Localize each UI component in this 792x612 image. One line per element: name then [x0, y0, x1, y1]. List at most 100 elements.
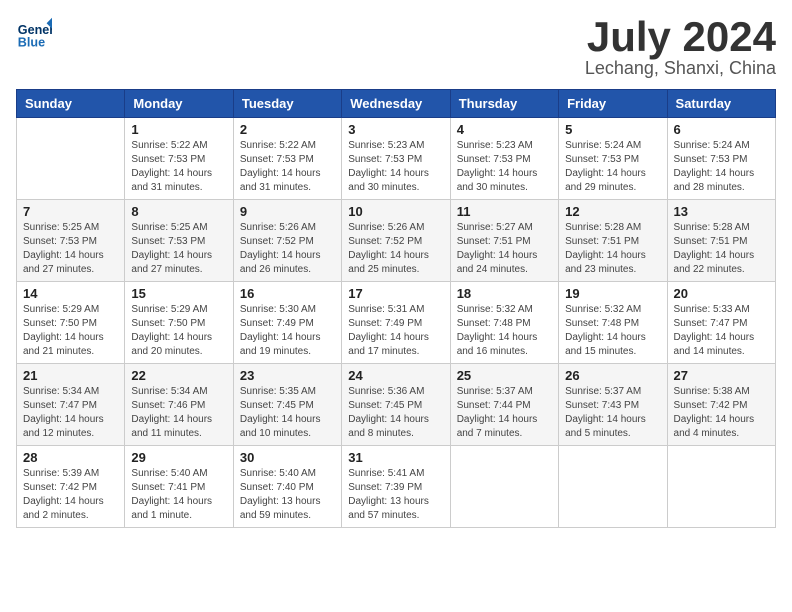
day-info: Sunrise: 5:27 AMSunset: 7:51 PMDaylight:…: [457, 221, 552, 277]
day-number: 30: [240, 450, 335, 465]
day-info: Sunrise: 5:31 AMSunset: 7:49 PMDaylight:…: [348, 303, 443, 359]
weekday-header-saturday: Saturday: [667, 90, 775, 118]
day-info: Sunrise: 5:29 AMSunset: 7:50 PMDaylight:…: [131, 303, 226, 359]
day-info: Sunrise: 5:34 AMSunset: 7:46 PMDaylight:…: [131, 385, 226, 441]
day-info: Sunrise: 5:23 AMSunset: 7:53 PMDaylight:…: [348, 139, 443, 195]
day-cell: [450, 446, 558, 528]
day-info: Sunrise: 5:37 AMSunset: 7:43 PMDaylight:…: [565, 385, 660, 441]
day-info: Sunrise: 5:36 AMSunset: 7:45 PMDaylight:…: [348, 385, 443, 441]
weekday-header-wednesday: Wednesday: [342, 90, 450, 118]
month-title: July 2024: [585, 16, 776, 58]
day-cell: 27Sunrise: 5:38 AMSunset: 7:42 PMDayligh…: [667, 364, 775, 446]
day-number: 16: [240, 286, 335, 301]
day-info: Sunrise: 5:38 AMSunset: 7:42 PMDaylight:…: [674, 385, 769, 441]
day-info: Sunrise: 5:28 AMSunset: 7:51 PMDaylight:…: [674, 221, 769, 277]
day-cell: 17 Sunrise: 5:31 AMSunset: 7:49 PMDayligh…: [342, 282, 450, 364]
day-info: Sunrise: 5:29 AMSunset: 7:50 PMDaylight:…: [23, 303, 118, 359]
day-cell: 25 Sunrise: 5:37 AMSunset: 7:44 PMDayligh…: [450, 364, 558, 446]
day-info: Sunrise: 5:40 AMSunset: 7:41 PMDaylight:…: [131, 467, 226, 523]
day-cell: 26Sunrise: 5:37 AMSunset: 7:43 PMDayligh…: [559, 364, 667, 446]
day-cell: 5 Sunrise: 5:24 AMSunset: 7:53 PMDaylight…: [559, 118, 667, 200]
day-number: 15: [131, 286, 226, 301]
day-number: 6: [674, 122, 769, 137]
week-row-1: 1 Sunrise: 5:22 AMSunset: 7:53 PMDaylight…: [17, 118, 776, 200]
weekday-header-tuesday: Tuesday: [233, 90, 341, 118]
day-info: Sunrise: 5:35 AMSunset: 7:45 PMDaylight:…: [240, 385, 335, 441]
day-info: Sunrise: 5:37 AMSunset: 7:44 PMDaylight:…: [457, 385, 552, 441]
day-cell: [667, 446, 775, 528]
day-cell: 19 Sunrise: 5:32 AMSunset: 7:48 PMDayligh…: [559, 282, 667, 364]
weekday-header-thursday: Thursday: [450, 90, 558, 118]
logo: General Blue: [16, 16, 52, 52]
day-number: 29: [131, 450, 226, 465]
day-number: 4: [457, 122, 552, 137]
day-number: 11: [457, 204, 552, 219]
day-info: Sunrise: 5:26 AMSunset: 7:52 PMDaylight:…: [348, 221, 443, 277]
weekday-header-row: SundayMondayTuesdayWednesdayThursdayFrid…: [17, 90, 776, 118]
week-row-3: 14 Sunrise: 5:29 AMSunset: 7:50 PMDayligh…: [17, 282, 776, 364]
day-info: Sunrise: 5:28 AMSunset: 7:51 PMDaylight:…: [565, 221, 660, 277]
day-cell: 28 Sunrise: 5:39 AMSunset: 7:42 PMDayligh…: [17, 446, 125, 528]
day-cell: 23 Sunrise: 5:35 AMSunset: 7:45 PMDayligh…: [233, 364, 341, 446]
weekday-header-monday: Monday: [125, 90, 233, 118]
day-number: 25: [457, 368, 552, 383]
day-cell: 21 Sunrise: 5:34 AMSunset: 7:47 PMDayligh…: [17, 364, 125, 446]
title-block: July 2024 Lechang, Shanxi, China: [585, 16, 776, 79]
day-cell: 16 Sunrise: 5:30 AMSunset: 7:49 PMDayligh…: [233, 282, 341, 364]
day-number: 1: [131, 122, 226, 137]
day-info: Sunrise: 5:26 AMSunset: 7:52 PMDaylight:…: [240, 221, 335, 277]
day-info: Sunrise: 5:22 AMSunset: 7:53 PMDaylight:…: [131, 139, 226, 195]
day-info: Sunrise: 5:25 AMSunset: 7:53 PMDaylight:…: [131, 221, 226, 277]
day-info: Sunrise: 5:34 AMSunset: 7:47 PMDaylight:…: [23, 385, 118, 441]
day-number: 20: [674, 286, 769, 301]
calendar-table: SundayMondayTuesdayWednesdayThursdayFrid…: [16, 89, 776, 528]
logo-icon: General Blue: [16, 16, 52, 52]
day-number: 17: [348, 286, 443, 301]
day-info: Sunrise: 5:32 AMSunset: 7:48 PMDaylight:…: [457, 303, 552, 359]
week-row-4: 21 Sunrise: 5:34 AMSunset: 7:47 PMDayligh…: [17, 364, 776, 446]
day-cell: 1 Sunrise: 5:22 AMSunset: 7:53 PMDaylight…: [125, 118, 233, 200]
day-cell: 7 Sunrise: 5:25 AMSunset: 7:53 PMDaylight…: [17, 200, 125, 282]
week-row-2: 7 Sunrise: 5:25 AMSunset: 7:53 PMDaylight…: [17, 200, 776, 282]
day-cell: 24Sunrise: 5:36 AMSunset: 7:45 PMDayligh…: [342, 364, 450, 446]
day-cell: 4Sunrise: 5:23 AMSunset: 7:53 PMDaylight…: [450, 118, 558, 200]
day-cell: 30 Sunrise: 5:40 AMSunset: 7:40 PMDayligh…: [233, 446, 341, 528]
day-number: 23: [240, 368, 335, 383]
weekday-header-sunday: Sunday: [17, 90, 125, 118]
day-number: 21: [23, 368, 118, 383]
day-number: 31: [348, 450, 443, 465]
day-cell: [559, 446, 667, 528]
day-info: Sunrise: 5:32 AMSunset: 7:48 PMDaylight:…: [565, 303, 660, 359]
weekday-header-friday: Friday: [559, 90, 667, 118]
day-info: Sunrise: 5:30 AMSunset: 7:49 PMDaylight:…: [240, 303, 335, 359]
day-cell: 14 Sunrise: 5:29 AMSunset: 7:50 PMDayligh…: [17, 282, 125, 364]
day-cell: 6Sunrise: 5:24 AMSunset: 7:53 PMDaylight…: [667, 118, 775, 200]
day-number: 3: [348, 122, 443, 137]
day-cell: 31 Sunrise: 5:41 AMSunset: 7:39 PMDayligh…: [342, 446, 450, 528]
day-cell: 2Sunrise: 5:22 AMSunset: 7:53 PMDaylight…: [233, 118, 341, 200]
day-info: Sunrise: 5:24 AMSunset: 7:53 PMDaylight:…: [565, 139, 660, 195]
day-info: Sunrise: 5:40 AMSunset: 7:40 PMDaylight:…: [240, 467, 335, 523]
day-number: 18: [457, 286, 552, 301]
day-number: 19: [565, 286, 660, 301]
day-cell: 15 Sunrise: 5:29 AMSunset: 7:50 PMDayligh…: [125, 282, 233, 364]
day-number: 14: [23, 286, 118, 301]
day-cell: 29 Sunrise: 5:40 AMSunset: 7:41 PMDayligh…: [125, 446, 233, 528]
page-header: General Blue July 2024 Lechang, Shanxi, …: [16, 16, 776, 79]
day-info: Sunrise: 5:22 AMSunset: 7:53 PMDaylight:…: [240, 139, 335, 195]
day-number: 28: [23, 450, 118, 465]
day-number: 8: [131, 204, 226, 219]
day-number: 12: [565, 204, 660, 219]
day-cell: 12 Sunrise: 5:28 AMSunset: 7:51 PMDayligh…: [559, 200, 667, 282]
day-number: 7: [23, 204, 118, 219]
day-cell: 10Sunrise: 5:26 AMSunset: 7:52 PMDayligh…: [342, 200, 450, 282]
day-cell: 3 Sunrise: 5:23 AMSunset: 7:53 PMDaylight…: [342, 118, 450, 200]
day-number: 13: [674, 204, 769, 219]
day-info: Sunrise: 5:41 AMSunset: 7:39 PMDaylight:…: [348, 467, 443, 523]
day-info: Sunrise: 5:39 AMSunset: 7:42 PMDaylight:…: [23, 467, 118, 523]
day-info: Sunrise: 5:25 AMSunset: 7:53 PMDaylight:…: [23, 221, 118, 277]
location-title: Lechang, Shanxi, China: [585, 58, 776, 79]
day-cell: 13 Sunrise: 5:28 AMSunset: 7:51 PMDayligh…: [667, 200, 775, 282]
day-number: 5: [565, 122, 660, 137]
day-cell: 22Sunrise: 5:34 AMSunset: 7:46 PMDayligh…: [125, 364, 233, 446]
